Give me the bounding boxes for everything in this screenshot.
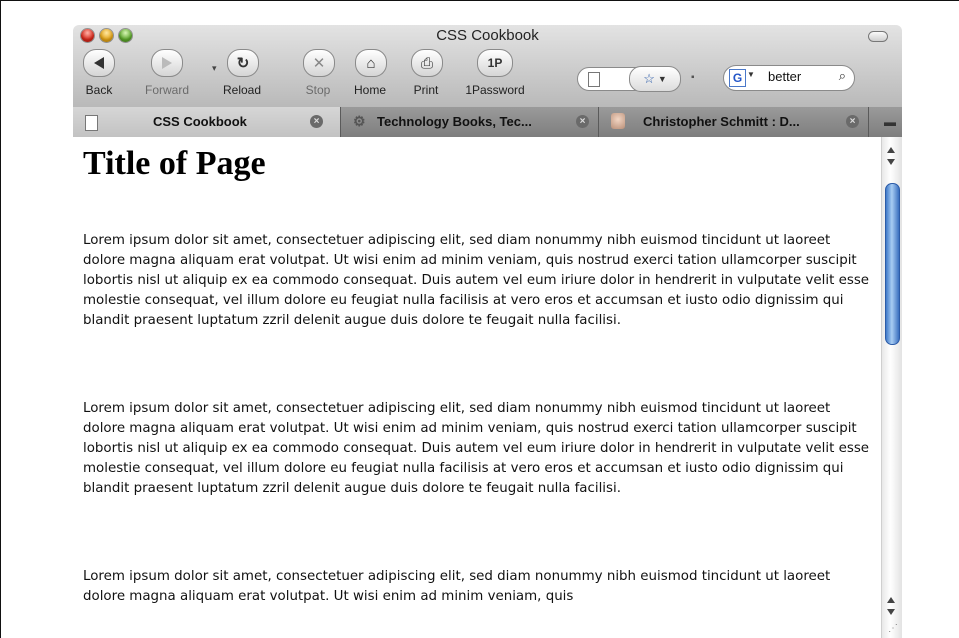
star-icon: ☆ <box>643 71 655 86</box>
forward-arrow-icon <box>162 57 172 69</box>
close-tab-icon[interactable]: × <box>576 115 589 128</box>
onepassword-label: 1Password <box>465 83 525 97</box>
site-favicon-icon: ⚙ <box>353 113 366 129</box>
tab-label: Technology Books, Tec... <box>377 114 532 129</box>
reload-button[interactable]: ↻ <box>227 49 259 77</box>
toolbar-toggle-button[interactable] <box>868 31 888 42</box>
search-input[interactable]: better <box>768 69 801 84</box>
stop-label: Stop <box>305 83 331 97</box>
tab-christopher-schmitt[interactable]: Christopher Schmitt : D... × <box>599 107 869 137</box>
tab-technology-books[interactable]: ⚙ Technology Books, Tec... × <box>341 107 599 137</box>
figure-border-top <box>0 0 959 1</box>
page-icon <box>588 72 600 87</box>
printer-icon: ⎙ <box>420 54 433 72</box>
search-field[interactable]: G ▼ better ⌕ <box>723 65 855 91</box>
page-title: Title of Page <box>83 145 266 182</box>
page-icon <box>85 115 98 131</box>
scroll-up-icon[interactable] <box>887 597 895 603</box>
page-content: Title of Page Lorem ipsum dolor sit amet… <box>73 137 881 638</box>
close-tab-icon[interactable]: × <box>846 115 859 128</box>
forward-button[interactable] <box>151 49 183 77</box>
reload-label: Reload <box>222 83 262 97</box>
separator-dot: ▪ <box>691 72 695 83</box>
reload-icon: ↻ <box>236 55 250 72</box>
chevron-down-icon: ▼ <box>657 74 667 84</box>
paragraph: Lorem ipsum dolor sit amet, consectetuer… <box>83 401 870 496</box>
figure-border-left <box>0 0 1 638</box>
paragraph: Lorem ipsum dolor sit amet, consectetuer… <box>83 569 831 604</box>
history-dropdown-icon[interactable]: ▾ <box>212 63 217 74</box>
resize-grip-icon[interactable]: ⋰ <box>888 623 898 634</box>
scroll-down-icon[interactable] <box>887 159 895 165</box>
search-engine-dropdown-icon[interactable]: ▼ <box>747 70 755 79</box>
tab-bar: CSS Cookbook × ⚙ Technology Books, Tec..… <box>73 107 902 137</box>
onepassword-button[interactable]: 1P <box>477 49 513 77</box>
scrollbar-thumb[interactable] <box>885 183 900 345</box>
tab-overflow-icon[interactable]: ▬ <box>884 115 896 129</box>
window-title: CSS Cookbook <box>436 27 539 44</box>
paragraph: Lorem ipsum dolor sit amet, consectetuer… <box>83 233 870 328</box>
scroll-up-icon[interactable] <box>887 147 895 153</box>
print-button[interactable]: ⎙ <box>411 49 443 77</box>
google-icon[interactable]: G <box>729 69 746 87</box>
tab-label: Christopher Schmitt : D... <box>643 114 800 129</box>
home-button[interactable]: ⌂ <box>355 49 387 77</box>
back-arrow-icon <box>94 57 104 69</box>
avatar-favicon-icon <box>611 113 625 129</box>
close-tab-icon[interactable]: × <box>310 115 323 128</box>
back-label: Back <box>85 83 113 97</box>
home-label: Home <box>353 83 386 97</box>
print-label: Print <box>413 83 439 97</box>
back-button[interactable] <box>83 49 115 77</box>
home-icon: ⌂ <box>366 54 376 72</box>
stop-icon: ✕ <box>312 55 326 72</box>
onepassword-icon: 1P <box>487 56 503 70</box>
search-icon[interactable]: ⌕ <box>839 68 846 84</box>
vertical-scrollbar[interactable]: ⋰ <box>881 137 902 638</box>
browser-window: CSS Cookbook Back Forward ▾ ↻ Reload ✕ S… <box>73 25 902 638</box>
window-toolbar: CSS Cookbook Back Forward ▾ ↻ Reload ✕ S… <box>73 25 902 107</box>
bookmark-button[interactable]: ☆ ▼ <box>629 66 681 92</box>
tab-label: CSS Cookbook <box>153 114 247 129</box>
tab-css-cookbook[interactable]: CSS Cookbook × <box>73 107 341 137</box>
stop-button[interactable]: ✕ <box>303 49 335 77</box>
scroll-down-icon[interactable] <box>887 609 895 615</box>
forward-label: Forward <box>144 83 189 97</box>
